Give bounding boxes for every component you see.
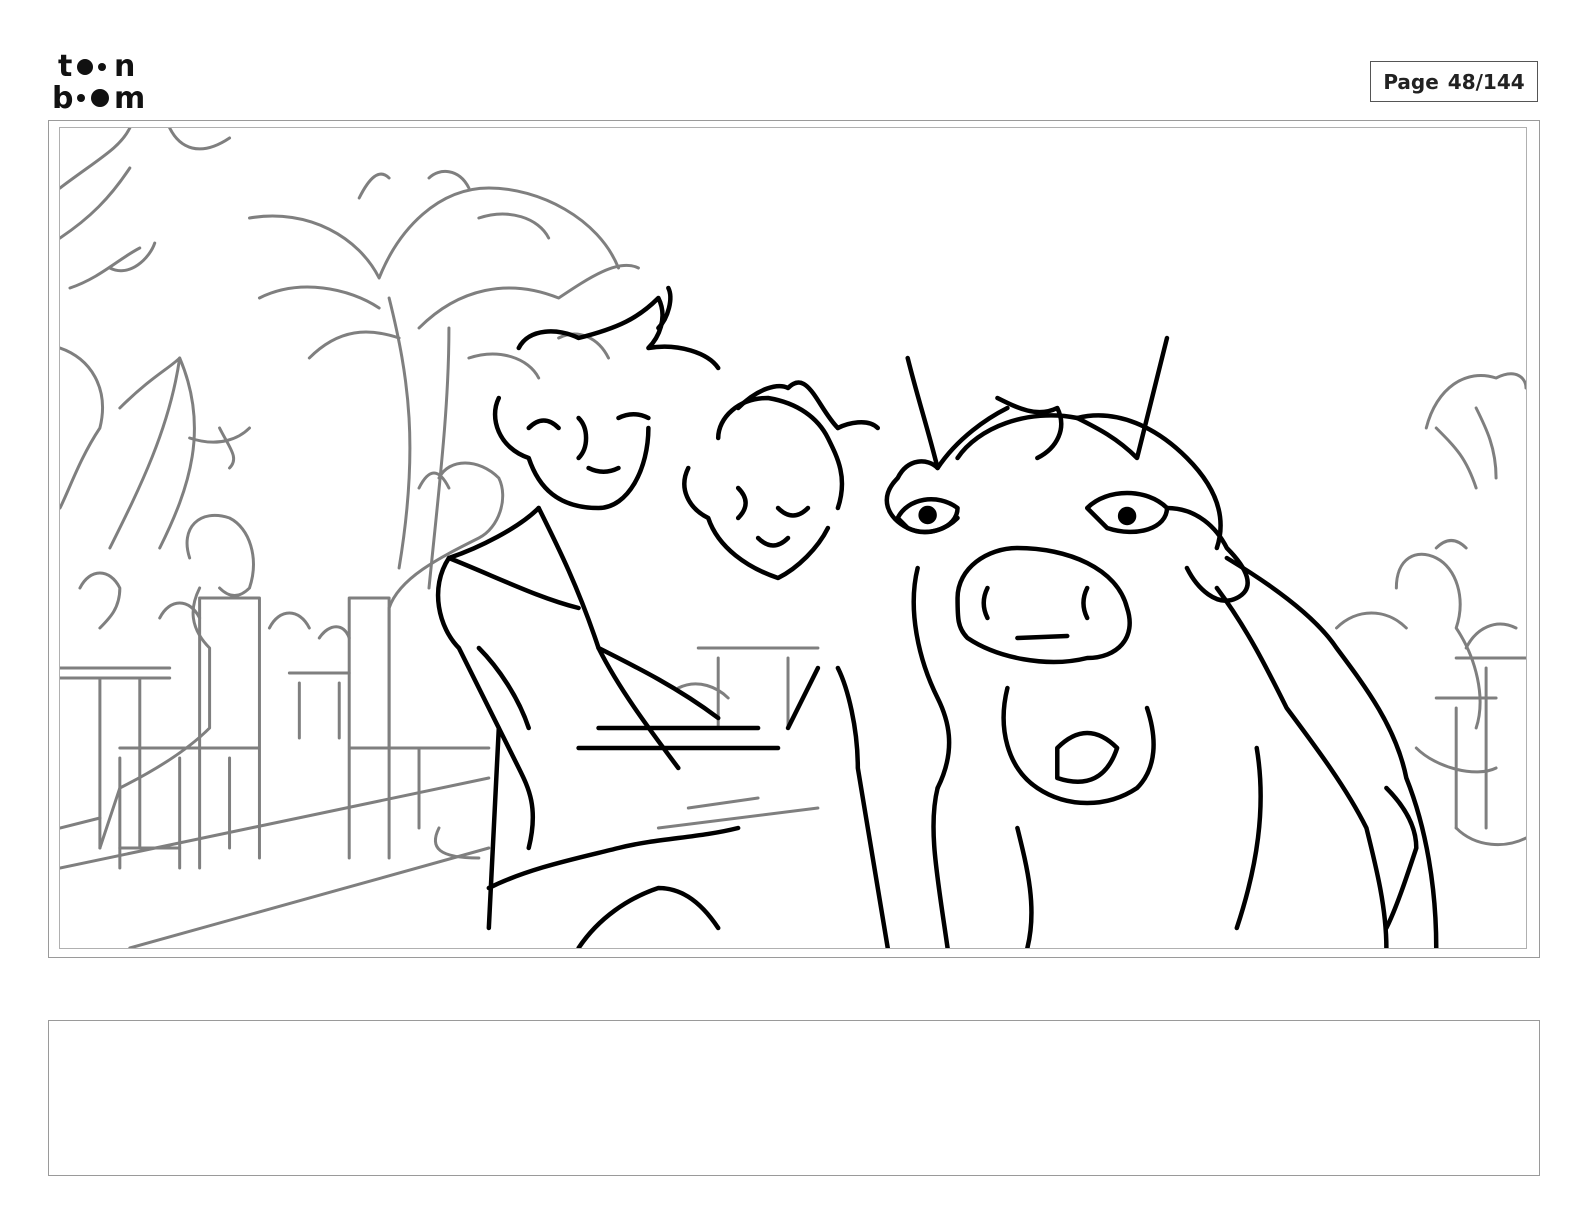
storyboard-panel[interactable]: [48, 120, 1540, 958]
background-sketch: [60, 128, 1526, 948]
toonboom-logo-mark: t n b m: [52, 49, 145, 116]
panel-drawing-area: [59, 127, 1527, 949]
foreground-sketch: [435, 285, 1439, 948]
svg-text:b: b: [52, 81, 73, 112]
svg-text:n: n: [114, 50, 135, 84]
panel-notes-box[interactable]: [48, 1020, 1540, 1176]
sketch-drawing: [60, 128, 1526, 948]
page-indicator: Page 48/144: [1370, 61, 1538, 102]
svg-text:t: t: [58, 50, 72, 84]
svg-text:m: m: [114, 81, 145, 112]
toonboom-logo: t n b m: [50, 49, 166, 116]
